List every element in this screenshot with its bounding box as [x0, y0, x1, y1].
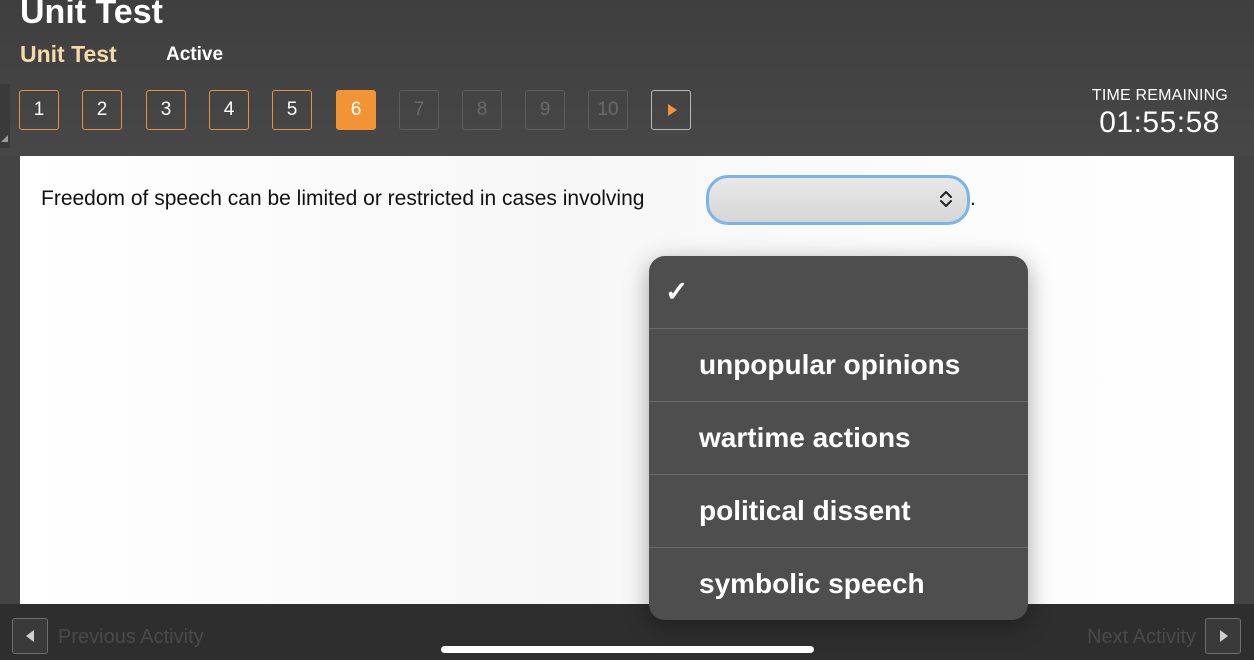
- question-button-3[interactable]: 3: [146, 90, 186, 130]
- status-label: Active: [166, 44, 224, 65]
- checkmark-icon: ✓: [665, 276, 689, 307]
- question-button-8: 8: [462, 90, 502, 130]
- corner-triangle-icon: [1, 135, 8, 142]
- dropdown-option-label: political dissent: [699, 495, 911, 526]
- arrow-left-icon: [26, 630, 34, 642]
- question-button-9: 9: [525, 90, 565, 130]
- next-question-button[interactable]: [651, 90, 691, 130]
- next-activity-button[interactable]: [1205, 618, 1241, 654]
- dropdown-option-wartime-actions[interactable]: wartime actions: [649, 401, 1028, 474]
- side-panel-toggle[interactable]: [0, 84, 10, 148]
- time-remaining-value: 01:55:58: [1099, 106, 1220, 139]
- dropdown-option-label: symbolic speech: [699, 568, 925, 599]
- question-period: .: [970, 187, 976, 210]
- question-button-5[interactable]: 5: [272, 90, 312, 130]
- arrow-right-icon: [1220, 630, 1228, 642]
- dropdown-option-symbolic-speech[interactable]: symbolic speech: [649, 547, 1028, 620]
- play-arrow-icon: [668, 104, 677, 116]
- next-activity-label[interactable]: Next Activity: [1087, 626, 1196, 649]
- header-bar: Unit Test Unit Test Active 1 2 3 4 5 6 7…: [0, 0, 1254, 156]
- answer-dropdown-menu: ✓ unpopular opinions wartime actions pol…: [649, 256, 1028, 620]
- answer-select[interactable]: [706, 175, 970, 225]
- dropdown-option-label: unpopular opinions: [699, 349, 961, 380]
- dropdown-option-label: wartime actions: [699, 422, 911, 453]
- question-button-2[interactable]: 2: [82, 90, 122, 130]
- up-down-chevron-icon: [940, 191, 952, 207]
- dropdown-option-political-dissent[interactable]: political dissent: [649, 474, 1028, 547]
- page-title: Unit Test: [20, 0, 163, 31]
- question-button-10: 10: [588, 90, 628, 130]
- previous-activity-label[interactable]: Previous Activity: [58, 626, 204, 649]
- dropdown-option-unpopular-opinions[interactable]: unpopular opinions: [649, 328, 1028, 401]
- dropdown-option-blank[interactable]: ✓: [649, 256, 1028, 329]
- question-button-7: 7: [399, 90, 439, 130]
- question-button-4[interactable]: 4: [209, 90, 249, 130]
- home-indicator[interactable]: [441, 646, 814, 653]
- previous-activity-button[interactable]: [12, 618, 48, 654]
- question-button-1[interactable]: 1: [19, 90, 59, 130]
- question-panel: Freedom of speech can be limited or rest…: [20, 156, 1234, 604]
- course-title: Unit Test: [20, 41, 117, 67]
- question-button-6[interactable]: 6: [336, 90, 376, 130]
- time-remaining-label: TIME REMAINING: [1091, 87, 1228, 104]
- question-text: Freedom of speech can be limited or rest…: [41, 187, 645, 210]
